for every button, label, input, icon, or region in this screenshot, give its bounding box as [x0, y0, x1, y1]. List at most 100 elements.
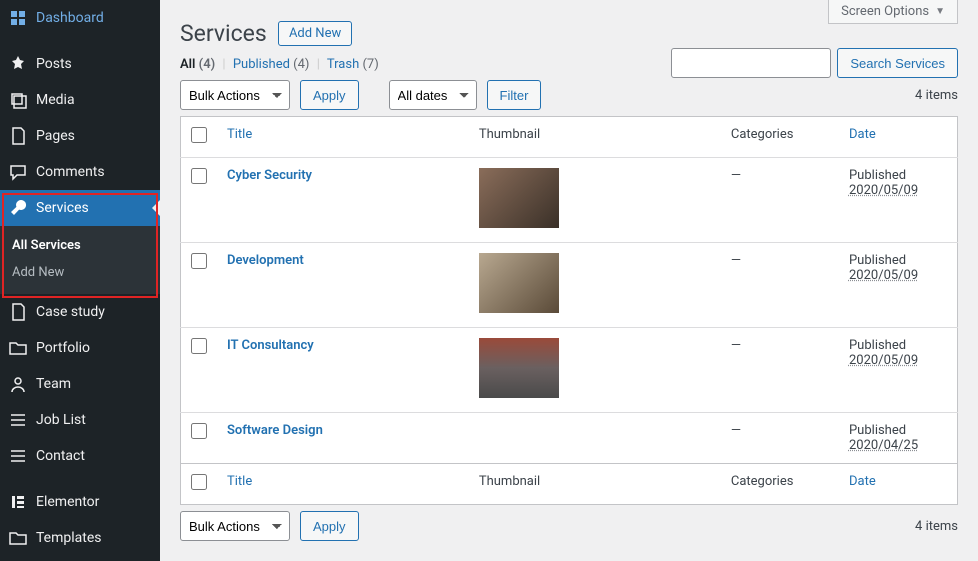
page-title: Services: [180, 0, 267, 47]
table-row: Cyber Security — Published2020/05/09: [181, 158, 958, 243]
table-row: Development — Published2020/05/09: [181, 243, 958, 328]
add-new-button[interactable]: Add New: [278, 21, 352, 46]
sidebar-item-label: Services: [36, 200, 89, 216]
sidebar-item-case-study[interactable]: Case study: [0, 294, 160, 330]
select-all-checkbox[interactable]: [191, 127, 207, 143]
sidebar-item-contact[interactable]: Contact: [0, 438, 160, 474]
list-icon: [8, 410, 28, 430]
row-date: 2020/04/25: [849, 438, 918, 453]
row-categories: —: [731, 423, 741, 438]
row-checkbox[interactable]: [191, 338, 207, 354]
sidebar-item-pages[interactable]: Pages: [0, 118, 160, 154]
sidebar-submenu: All Services Add New: [0, 226, 160, 294]
list-icon: [8, 446, 28, 466]
row-title-link[interactable]: Software Design: [227, 423, 323, 438]
sidebar-item-comments[interactable]: Comments: [0, 154, 160, 190]
pages-icon: [8, 302, 28, 322]
sidebar-item-label: Elementor: [36, 494, 99, 510]
row-title-link[interactable]: Cyber Security: [227, 168, 312, 183]
dashboard-icon: [8, 8, 28, 28]
sidebar-item-label: Comments: [36, 164, 105, 180]
table-row: IT Consultancy — Published2020/05/09: [181, 328, 958, 413]
row-checkbox[interactable]: [191, 253, 207, 269]
tablenav-top: Bulk Actions Apply All dates Filter 4 it…: [180, 80, 958, 110]
row-categories: —: [731, 253, 741, 268]
comments-icon: [8, 162, 28, 182]
row-date: 2020/05/09: [849, 268, 918, 283]
sidebar-item-label: Templates: [36, 530, 102, 546]
bulk-apply-button-bottom[interactable]: Apply: [300, 511, 359, 541]
thumbnail-image: [479, 168, 559, 228]
sidebar-item-portfolio[interactable]: Portfolio: [0, 330, 160, 366]
pages-icon: [8, 126, 28, 146]
screen-options-label: Screen Options: [841, 4, 929, 19]
filter-trash[interactable]: Trash (7): [327, 57, 379, 72]
user-icon: [8, 374, 28, 394]
row-status: Published: [849, 168, 906, 183]
sidebar-item-dashboard[interactable]: Dashboard: [0, 0, 160, 36]
row-date: 2020/05/09: [849, 183, 918, 198]
thumbnail-image: [479, 253, 559, 313]
pin-icon: [8, 54, 28, 74]
sidebar-item-label: Contact: [36, 448, 85, 464]
row-status: Published: [849, 338, 906, 353]
submenu-add-new[interactable]: Add New: [0, 259, 160, 286]
sidebar-item-posts[interactable]: Posts: [0, 46, 160, 82]
tablenav-bottom: Bulk Actions Apply 4 items: [180, 511, 958, 541]
row-date: 2020/05/09: [849, 353, 918, 368]
folder-icon: [8, 338, 28, 358]
column-thumbnail: Thumbnail: [469, 117, 721, 158]
chevron-down-icon: ▼: [935, 6, 945, 17]
main-content: Screen Options ▼ Services Add New All (4…: [160, 0, 978, 561]
search-button[interactable]: Search Services: [837, 48, 958, 78]
filter-button[interactable]: Filter: [487, 80, 542, 110]
filter-all[interactable]: All (4): [180, 57, 215, 72]
sidebar-item-label: Case study: [36, 304, 105, 320]
bulk-actions-select-bottom[interactable]: Bulk Actions: [180, 511, 290, 541]
column-thumbnail: Thumbnail: [469, 464, 721, 505]
row-checkbox[interactable]: [191, 168, 207, 184]
column-date[interactable]: Date: [839, 117, 958, 158]
sidebar-item-label: Pages: [36, 128, 75, 144]
bulk-actions-select[interactable]: Bulk Actions: [180, 80, 290, 110]
column-categories: Categories: [721, 464, 839, 505]
column-title[interactable]: Title: [217, 117, 469, 158]
search-input[interactable]: [671, 48, 831, 78]
column-title[interactable]: Title: [217, 464, 469, 505]
sidebar-item-label: Portfolio: [36, 340, 90, 356]
row-title-link[interactable]: IT Consultancy: [227, 338, 314, 353]
sidebar-item-team[interactable]: Team: [0, 366, 160, 402]
media-icon: [8, 90, 28, 110]
row-status: Published: [849, 253, 906, 268]
table-row: Software Design — Published2020/04/25: [181, 413, 958, 464]
row-checkbox[interactable]: [191, 423, 207, 439]
thumbnail-image: [479, 338, 559, 398]
filter-published[interactable]: Published (4): [233, 57, 310, 72]
posts-table: Title Thumbnail Categories Date Cyber Se…: [180, 116, 958, 505]
sidebar-item-media[interactable]: Media: [0, 82, 160, 118]
items-count-bottom: 4 items: [915, 519, 958, 534]
bulk-apply-button[interactable]: Apply: [300, 80, 359, 110]
select-all-checkbox-bottom[interactable]: [191, 474, 207, 490]
row-title-link[interactable]: Development: [227, 253, 304, 268]
sidebar-item-label: Job List: [36, 412, 86, 428]
sidebar-item-job-list[interactable]: Job List: [0, 402, 160, 438]
date-filter-select[interactable]: All dates: [389, 80, 477, 110]
row-categories: —: [731, 338, 741, 353]
screen-options-toggle[interactable]: Screen Options ▼: [828, 0, 958, 24]
sidebar-item-label: Team: [36, 376, 71, 392]
admin-sidebar: Dashboard Posts Media Pages Comments Ser…: [0, 0, 160, 561]
sidebar-item-label: Media: [36, 92, 75, 108]
sidebar-item-elementor[interactable]: Elementor: [0, 484, 160, 520]
row-status: Published: [849, 423, 906, 438]
submenu-all-services[interactable]: All Services: [0, 232, 160, 259]
sidebar-item-templates[interactable]: Templates: [0, 520, 160, 556]
folder-icon: [8, 528, 28, 548]
sidebar-item-services[interactable]: Services: [0, 190, 160, 226]
sidebar-item-label: Dashboard: [36, 10, 104, 26]
column-date[interactable]: Date: [839, 464, 958, 505]
sidebar-item-label: Posts: [36, 56, 72, 72]
elementor-icon: [8, 492, 28, 512]
row-categories: —: [731, 168, 741, 183]
column-categories: Categories: [721, 117, 839, 158]
